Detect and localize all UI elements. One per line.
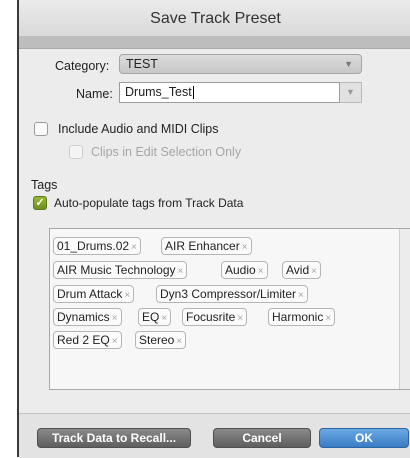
tag-chip[interactable]: Audio × [221, 261, 268, 279]
edit-selection-label: Clips in Edit Selection Only [91, 145, 242, 159]
tag-label: Dynamics [57, 310, 110, 324]
remove-tag-icon[interactable]: × [237, 313, 243, 324]
chevron-down-icon: ▼ [344, 59, 353, 69]
tag-chip[interactable]: Dyn3 Compressor/Limiter × [156, 285, 308, 303]
save-track-preset-dialog: Save Track Preset Category: TEST ▼ Name:… [17, 0, 410, 458]
remove-tag-icon[interactable]: × [298, 290, 304, 301]
tag-label: 01_Drums.02 [57, 239, 130, 253]
tag-chip[interactable]: Drum Attack × [53, 285, 135, 303]
remove-tag-icon[interactable]: × [178, 266, 184, 277]
name-dropdown-button[interactable]: ▼ [340, 82, 362, 103]
category-select[interactable]: TEST ▼ [119, 54, 362, 74]
tag-label: Harmonic [272, 310, 324, 324]
name-value: Drums_Test [125, 85, 192, 99]
tag-chip[interactable]: Avid × [282, 261, 321, 279]
remove-tag-icon[interactable]: × [112, 313, 118, 324]
cancel-button[interactable]: Cancel [213, 428, 311, 448]
edit-selection-checkbox [69, 145, 83, 159]
remove-tag-icon[interactable]: × [242, 242, 248, 253]
tag-list[interactable]: 01_Drums.02 × AIR Enhancer × AIR Music Tec… [49, 228, 410, 390]
tag-label: Red 2 EQ [57, 333, 110, 347]
tag-chip[interactable]: 01_Drums.02 × [53, 237, 141, 255]
dialog-title: Save Track Preset [19, 0, 410, 37]
chevron-down-icon: ▼ [346, 87, 355, 97]
check-icon: ✓ [35, 197, 45, 209]
tag-chip[interactable]: Focusrite × [182, 308, 248, 326]
remove-tag-icon[interactable]: × [124, 290, 130, 301]
tag-label: Drum Attack [57, 287, 123, 301]
autopopulate-checkbox[interactable]: ✓ [33, 196, 47, 210]
text-caret [192, 86, 194, 100]
name-label: Name: [76, 87, 113, 101]
remove-tag-icon[interactable]: × [112, 336, 118, 347]
include-clips-label: Include Audio and MIDI Clips [58, 122, 219, 136]
name-field[interactable]: Drums_Test [119, 82, 340, 103]
title-separator [19, 36, 410, 49]
include-clips-checkbox[interactable] [34, 122, 48, 136]
tags-heading: Tags [31, 178, 58, 192]
tag-chip[interactable]: AIR Music Technology × [53, 261, 188, 279]
tag-label: Audio [225, 263, 256, 277]
tag-label: Focusrite [186, 310, 236, 324]
remove-tag-icon[interactable]: × [325, 313, 331, 324]
tag-label: AIR Enhancer [165, 239, 240, 253]
tag-list-scrollbar[interactable] [399, 229, 410, 389]
tag-chip[interactable]: AIR Enhancer × [161, 237, 252, 255]
tag-label: Stereo [139, 333, 175, 347]
tag-chip[interactable]: Red 2 EQ × [53, 331, 122, 349]
remove-tag-icon[interactable]: × [161, 313, 167, 324]
tag-chip[interactable]: Harmonic × [268, 308, 336, 326]
category-label: Category: [55, 59, 110, 73]
tag-label: Avid [286, 263, 310, 277]
remove-tag-icon[interactable]: × [131, 242, 137, 253]
category-value: TEST [126, 57, 158, 71]
track-data-to-recall-button[interactable]: Track Data to Recall... [37, 428, 191, 448]
tag-chip[interactable]: Dynamics × [53, 308, 122, 326]
tag-label: EQ [142, 310, 160, 324]
tag-chip[interactable]: Stereo × [135, 331, 187, 349]
tag-label: AIR Music Technology [57, 263, 176, 277]
ok-button[interactable]: OK [319, 428, 409, 448]
remove-tag-icon[interactable]: × [176, 336, 182, 347]
remove-tag-icon[interactable]: × [258, 266, 264, 277]
tag-label: Dyn3 Compressor/Limiter [160, 287, 297, 301]
tag-chip[interactable]: EQ × [138, 308, 172, 326]
autopopulate-label: Auto-populate tags from Track Data [54, 196, 244, 210]
remove-tag-icon[interactable]: × [311, 266, 317, 277]
